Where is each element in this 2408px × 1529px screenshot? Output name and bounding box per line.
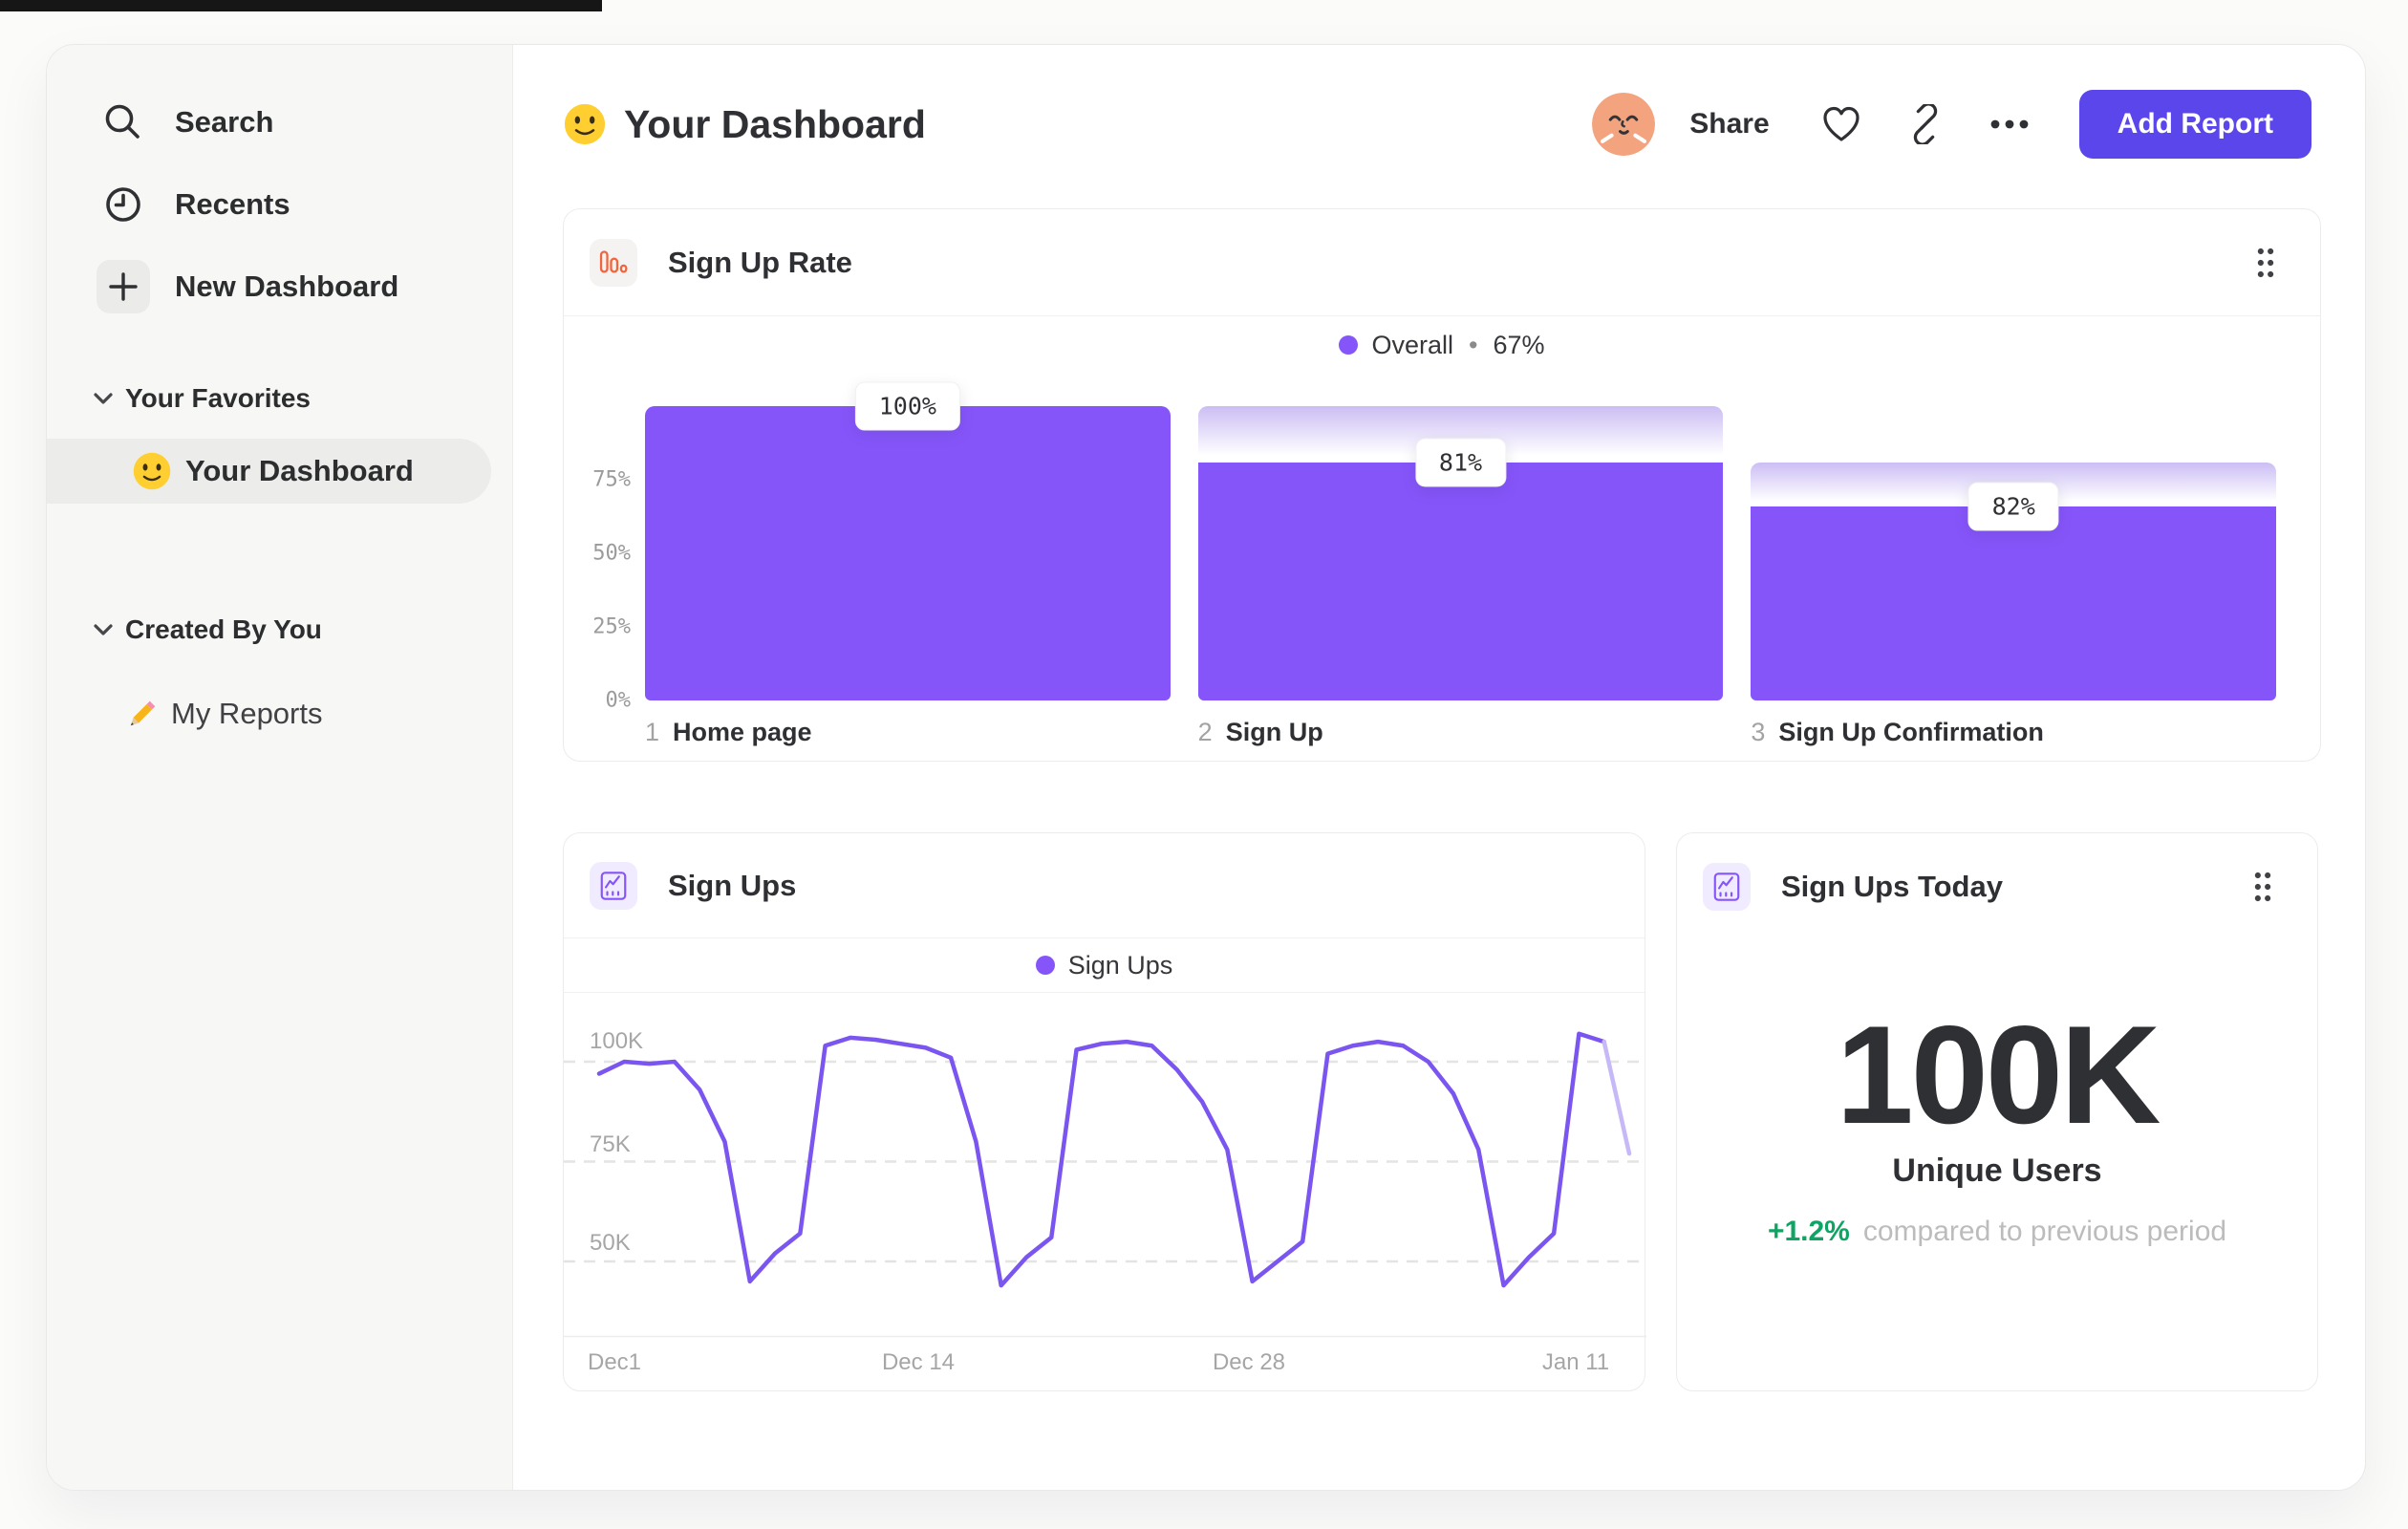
funnel-legend[interactable]: Overall • 67% [564, 322, 2320, 368]
drag-handle-icon[interactable] [2250, 870, 2275, 904]
slightly-smiling-face-emoji [563, 102, 607, 146]
chevron-down-icon [87, 382, 119, 415]
clock-icon [97, 178, 150, 231]
line-x-tick: Jan 11 [1541, 1349, 1610, 1375]
app-window: Search Recents New Dashboard Your Favori… [46, 44, 2366, 1491]
sidebar-section-your-favorites[interactable]: Your Favorites [47, 372, 512, 425]
signups-today-card-header: Sign Ups Today [1677, 833, 2317, 940]
funnel-step-label: 2 Sign Up [1198, 718, 1724, 747]
step-name: Sign Up Confirmation [1778, 718, 2044, 746]
sidebar-item-label: New Dashboard [175, 269, 399, 303]
bar-chart-icon [590, 238, 637, 287]
card-title: Sign Up Rate [668, 245, 852, 279]
sidebar-section-title: Your Favorites [125, 383, 311, 413]
stat-delta-row: +1.2% compared to previous period [1677, 1216, 2317, 1248]
line-x-tick: Dec 14 [881, 1349, 956, 1375]
sidebar-item-search[interactable]: Search [47, 81, 512, 163]
line-chart-icon [590, 861, 637, 910]
funnel-bar-fill [645, 406, 1171, 700]
main-content: Your Dashboard Share Add Report Sign Up … [513, 45, 2365, 1490]
funnel-step-label: 3 Sign Up Confirmation [1751, 718, 2276, 747]
sidebar-item-label: My Reports [171, 697, 323, 730]
funnel-step-labels: 1 Home page 2 Sign Up 3 Sign Up Confirma… [645, 718, 2276, 747]
stat-delta: +1.2% [1767, 1216, 1850, 1247]
line-x-tick: Dec 28 [1212, 1349, 1286, 1375]
sidebar: Search Recents New Dashboard Your Favori… [47, 45, 513, 1490]
step-index: 3 [1751, 718, 1766, 746]
sidebar-item-your-dashboard[interactable]: Your Dashboard [47, 439, 491, 504]
slightly-smiling-face-emoji [132, 451, 172, 491]
page-title: Your Dashboard [624, 101, 926, 146]
legend-dot [1339, 335, 1359, 355]
chevron-down-icon [87, 614, 119, 646]
page-title-row: Your Dashboard [563, 90, 926, 159]
legend-separator: • [1469, 330, 1478, 359]
signups-card-header: Sign Ups [564, 833, 1645, 938]
plus-icon [97, 260, 150, 313]
funnel-plot: 100% 81% 82% [645, 381, 2277, 700]
sidebar-item-new-dashboard[interactable]: New Dashboard [47, 246, 512, 328]
signups-card: Sign Ups Sign Ups 100K 75K 50K Dec1 Dec … [563, 832, 1646, 1391]
sidebar-item-recents[interactable]: Recents [47, 163, 512, 246]
line-y-tick: 50K [590, 1230, 631, 1256]
funnel-y-tick: 0% [605, 688, 632, 713]
legend-series-name: Sign Ups [1067, 950, 1173, 980]
line-chart-plot[interactable] [564, 1001, 1646, 1338]
stat-value: 100K [1836, 997, 2161, 1152]
line-chart-icon [1703, 863, 1751, 911]
line-x-tick: Dec1 [588, 1349, 642, 1375]
line-legend[interactable]: Sign Ups [564, 938, 1645, 993]
step-name: Home page [673, 718, 812, 746]
favorite-heart-icon[interactable] [1819, 102, 1863, 146]
line-y-tick: 75K [590, 1131, 631, 1157]
line-y-tick: 100K [590, 1028, 644, 1054]
stat-label: Unique Users [1892, 1152, 2102, 1189]
funnel-bar-home-page[interactable]: 100% [645, 381, 1171, 700]
header-actions: Share Add Report [1592, 89, 2311, 160]
funnel-step-label: 1 Home page [645, 718, 1171, 747]
sidebar-item-label: Recents [175, 187, 290, 221]
funnel-y-tick: 25% [592, 614, 631, 639]
sidebar-section-title: Created By You [125, 614, 322, 644]
screen-top-strip [0, 0, 602, 11]
signup-rate-card: Sign Up Rate Overall • 67% 75% 50% 25% 0… [563, 208, 2321, 762]
stat-comparison: compared to previous period [1862, 1216, 2227, 1247]
card-title: Sign Ups Today [1781, 870, 2003, 903]
add-report-button[interactable]: Add Report [2078, 90, 2311, 159]
funnel-bar-sign-up[interactable]: 81% [1197, 406, 1724, 700]
funnel-bar-fill [1197, 462, 1724, 700]
funnel-y-tick: 50% [592, 541, 631, 566]
card-title: Sign Ups [668, 868, 797, 902]
copy-link-icon[interactable] [1903, 102, 1947, 146]
sidebar-item-label: Your Dashboard [185, 454, 414, 487]
step-index: 1 [645, 718, 660, 746]
sidebar-item-label: Search [175, 105, 274, 139]
funnel-bar-sign-up-confirmation[interactable]: 82% [1751, 406, 2277, 700]
sidebar-section-created-by-you[interactable]: Created By You [47, 603, 512, 657]
share-button[interactable]: Share [1689, 108, 1769, 140]
funnel-tooltip: 81% [1414, 438, 1507, 487]
legend-dot [1035, 956, 1055, 975]
sidebar-item-my-reports[interactable]: My Reports [47, 683, 512, 744]
funnel-y-tick: 75% [592, 467, 631, 492]
step-index: 2 [1197, 718, 1213, 746]
user-avatar[interactable] [1592, 93, 1656, 156]
funnel-tooltip: 100% [854, 381, 960, 431]
funnel-tooltip: 82% [1967, 482, 2059, 531]
drag-handle-icon[interactable] [2253, 246, 2278, 280]
step-name: Sign Up [1225, 718, 1323, 746]
funnel-bar-fill [1751, 506, 2277, 700]
dashboard-page: { "colors": { "accent_purple": "#8655FA"… [0, 0, 2408, 1529]
signups-today-card: Sign Ups Today 100K Unique Users +1.2% c… [1676, 832, 2318, 1391]
legend-series-value: 67% [1493, 330, 1545, 359]
search-icon [97, 96, 150, 149]
pencil-emoji [123, 695, 161, 733]
legend-series-name: Overall [1371, 330, 1454, 359]
more-options-icon[interactable] [1988, 102, 2032, 146]
signup-rate-card-header: Sign Up Rate [564, 209, 2320, 316]
